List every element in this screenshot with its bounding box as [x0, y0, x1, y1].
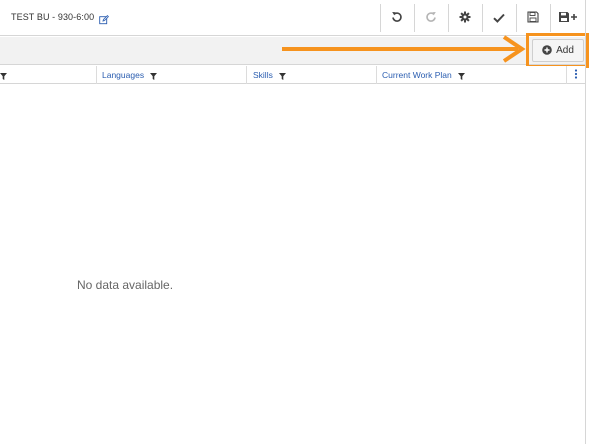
page-title-group: TEST BU - 930-6:00 — [11, 12, 110, 25]
column-header-languages[interactable]: Languages — [102, 66, 158, 84]
column-separator — [246, 66, 247, 84]
panel-edge — [585, 0, 586, 444]
column-header-label: Current Work Plan — [382, 70, 452, 80]
undo-icon — [391, 10, 403, 28]
redo-icon — [425, 10, 437, 28]
column-header-skills[interactable]: Skills — [253, 66, 286, 84]
save-icon — [527, 10, 539, 28]
edit-icon[interactable] — [99, 12, 110, 25]
column-menu-button[interactable] — [574, 66, 578, 84]
filter-icon[interactable] — [150, 72, 158, 80]
column-separator — [566, 66, 567, 84]
save-as-new-button[interactable] — [551, 3, 585, 34]
redo-button[interactable] — [414, 3, 448, 34]
empty-state-message: No data available. — [77, 278, 174, 292]
vertical-dots-icon — [574, 69, 578, 81]
check-icon — [493, 10, 505, 28]
annotation-highlight-box — [526, 33, 589, 68]
approve-button[interactable] — [482, 3, 516, 34]
save-plus-icon — [558, 10, 578, 28]
filter-icon[interactable] — [457, 72, 465, 80]
gear-icon — [459, 10, 471, 28]
column-separator — [376, 66, 377, 84]
column-header-partial[interactable] — [0, 66, 7, 84]
column-header-label: Skills — [253, 70, 273, 80]
undo-button[interactable] — [380, 3, 414, 34]
column-separator — [96, 66, 97, 84]
save-button[interactable] — [516, 3, 550, 34]
filter-icon[interactable] — [278, 72, 286, 80]
table-header-row: Languages Skills Current Work Plan — [0, 66, 585, 84]
column-header-label: Languages — [102, 70, 145, 80]
page-title: TEST BU - 930-6:00 — [11, 12, 95, 22]
top-toolbar: TEST BU - 930-6:00 — [0, 0, 585, 36]
filter-icon[interactable] — [0, 72, 7, 80]
column-header-current-work-plan[interactable]: Current Work Plan — [382, 66, 465, 84]
settings-button[interactable] — [448, 3, 482, 34]
annotation-arrow — [282, 35, 526, 63]
